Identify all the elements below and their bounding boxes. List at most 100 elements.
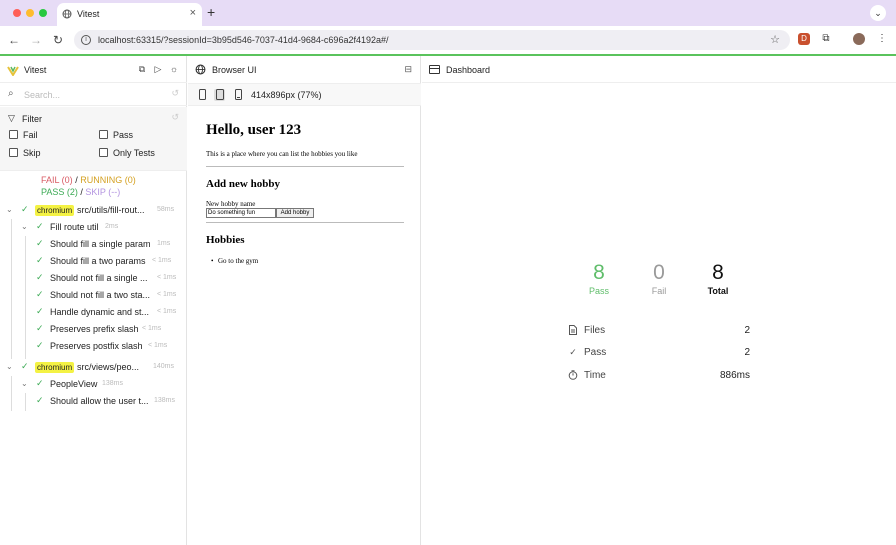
test-file-name: src/utils/fill-rout... — [77, 205, 145, 215]
add-hobby-button[interactable]: Add hobby — [276, 208, 314, 218]
filter-pass-checkbox[interactable] — [99, 130, 108, 139]
test-duration: < 1ms — [157, 274, 177, 281]
globe-icon — [62, 9, 72, 19]
files-value: 2 — [744, 325, 750, 336]
mobile-viewport-button[interactable] — [197, 89, 208, 101]
browser-ui-title: Browser UI — [212, 65, 257, 75]
test-case-row[interactable]: ✓ Handle dynamic and st... < 1ms — [0, 304, 186, 321]
new-tab-button[interactable]: + — [207, 4, 215, 20]
address-bar[interactable]: i localhost:63315/?sessionId=3b95d546-70… — [74, 30, 790, 50]
tablet-viewport-button[interactable] — [214, 89, 225, 101]
extensions-puzzle-icon[interactable]: ⧉ — [820, 33, 832, 45]
test-duration: 138ms — [102, 380, 124, 387]
window-close-button[interactable] — [13, 9, 21, 17]
test-case-row[interactable]: ✓ Should not fill a two sta... < 1ms — [0, 287, 186, 304]
hobby-list-item: Go to the gym — [211, 257, 258, 265]
filter-panel: ▽ Filter ↺ Fail Pass Skip Only Tests — [0, 107, 187, 171]
divider — [206, 166, 404, 167]
dashboard-header: Dashboard — [422, 56, 896, 83]
fullsize-viewport-button[interactable] — [233, 89, 244, 101]
test-suite-name: Fill route util — [50, 222, 99, 232]
dashboard-title: Dashboard — [446, 65, 491, 75]
check-icon: ✓ — [36, 238, 44, 248]
browser-ui-panel: Browser UI ⊟ 414x896px (77%) Hello, user… — [188, 56, 421, 545]
test-case-name: Preserves postfix slash — [50, 341, 143, 351]
test-duration: 58ms — [157, 206, 175, 213]
site-info-icon[interactable]: i — [81, 35, 91, 45]
time-row: Time 886ms — [568, 369, 750, 383]
search-input[interactable]: Search... — [24, 90, 60, 100]
clear-filter-icon[interactable]: ↺ — [171, 112, 179, 123]
hobby-name-input[interactable]: Do something fun — [206, 208, 276, 218]
check-icon: ✓ — [569, 347, 577, 357]
filter-only-tests-checkbox[interactable] — [99, 148, 108, 157]
browser-tab[interactable]: Vitest × — [57, 3, 202, 26]
test-case-row[interactable]: ✓ Should not fill a single ... < 1ms — [0, 270, 186, 287]
check-icon: ✓ — [36, 255, 44, 265]
time-value: 886ms — [719, 370, 750, 381]
fail-stat-label: Fail — [651, 286, 667, 296]
test-suite-name: PeopleView — [50, 379, 98, 389]
filter-fail-checkbox[interactable] — [9, 130, 18, 139]
theme-toggle-icon[interactable]: ☼ — [168, 64, 180, 74]
tab-search-button[interactable]: ⌄ — [870, 5, 886, 21]
chevron-down-icon[interactable]: ⌄ — [21, 379, 29, 388]
fail-stat-number: 0 — [653, 261, 665, 284]
skip-count: SKIP (--) — [85, 187, 121, 197]
pass-label: Pass — [584, 347, 607, 358]
forward-button[interactable]: → — [29, 32, 43, 48]
browser-tab-bar: Vitest × + ⌄ — [0, 0, 896, 26]
divider — [206, 222, 404, 223]
more-menu-icon[interactable]: ⋮ — [876, 33, 888, 45]
filter-only-tests-label: Only Tests — [113, 148, 155, 158]
bookmark-star-icon[interactable]: ☆ — [770, 33, 780, 46]
files-row: Files 2 — [568, 324, 750, 338]
reload-button[interactable]: ↻ — [51, 32, 65, 48]
test-case-row[interactable]: ✓ Preserves prefix slash < 1ms — [0, 321, 186, 338]
test-suite-row[interactable]: ⌄ ✓ Fill route util 2ms — [0, 219, 186, 236]
page-heading: Hello, user 123 — [206, 122, 302, 138]
test-file-row[interactable]: ⌄ ✓ chromium src/utils/fill-rout... 58ms — [0, 202, 186, 219]
test-case-name: Preserves prefix slash — [50, 324, 139, 334]
window-minimize-button[interactable] — [26, 9, 34, 17]
pass-count: PASS (2) — [41, 187, 78, 197]
running-count: RUNNING (0) — [80, 175, 136, 185]
viewport-toolbar: 414x896px (77%) — [188, 83, 421, 106]
collapse-all-icon[interactable]: ⧉ — [136, 64, 148, 75]
clear-search-icon[interactable]: ↺ — [171, 88, 179, 99]
chevron-down-icon[interactable]: ⌄ — [6, 205, 14, 214]
test-file-row[interactable]: ⌄ ✓ chromium src/views/peo... 140ms — [0, 359, 186, 376]
separator: / — [80, 187, 83, 197]
hide-panel-icon[interactable]: ⊟ — [404, 64, 412, 75]
dashboard-icon — [429, 65, 440, 74]
window-zoom-button[interactable] — [39, 9, 47, 17]
filter-pass-label: Pass — [113, 130, 134, 140]
test-duration: < 1ms — [148, 342, 168, 349]
filter-icon: ▽ — [8, 113, 15, 123]
fail-stat: 0 Fail — [634, 261, 684, 296]
extension-d-icon[interactable]: D — [798, 33, 810, 45]
test-case-row[interactable]: ✓ Should allow the user t... 138ms — [0, 393, 186, 410]
test-duration: < 1ms — [142, 325, 162, 332]
tab-close-icon[interactable]: × — [190, 7, 196, 19]
browser-ui-header: Browser UI ⊟ — [188, 56, 421, 83]
chevron-down-icon[interactable]: ⌄ — [21, 222, 29, 231]
chevron-down-icon[interactable]: ⌄ — [6, 362, 14, 371]
run-all-icon[interactable]: ▷ — [152, 64, 164, 75]
filter-skip-checkbox[interactable] — [9, 148, 18, 157]
test-case-row[interactable]: ✓ Preserves postfix slash < 1ms — [0, 338, 186, 355]
viewport-size: 414x896px (77%) — [251, 90, 322, 100]
test-case-name: Should not fill a single ... — [50, 273, 148, 283]
test-suite-row[interactable]: ⌄ ✓ PeopleView 138ms — [0, 376, 186, 393]
search-bar: ⌕ Search... ↺ — [0, 83, 187, 106]
test-case-row[interactable]: ✓ Should fill a two params < 1ms — [0, 253, 186, 270]
back-button[interactable]: ← — [7, 32, 21, 48]
test-duration: 140ms — [153, 363, 175, 370]
browser-toolbar: ← → ↻ i localhost:63315/?sessionId=3b95d… — [0, 26, 896, 54]
app-preview-frame: Hello, user 123 This is a place where yo… — [188, 107, 421, 545]
check-icon: ✓ — [21, 204, 29, 214]
tab-title: Vitest — [77, 9, 100, 19]
profile-avatar[interactable] — [853, 33, 865, 45]
test-case-row[interactable]: ✓ Should fill a single param 1ms — [0, 236, 186, 253]
test-duration: 138ms — [154, 397, 176, 404]
